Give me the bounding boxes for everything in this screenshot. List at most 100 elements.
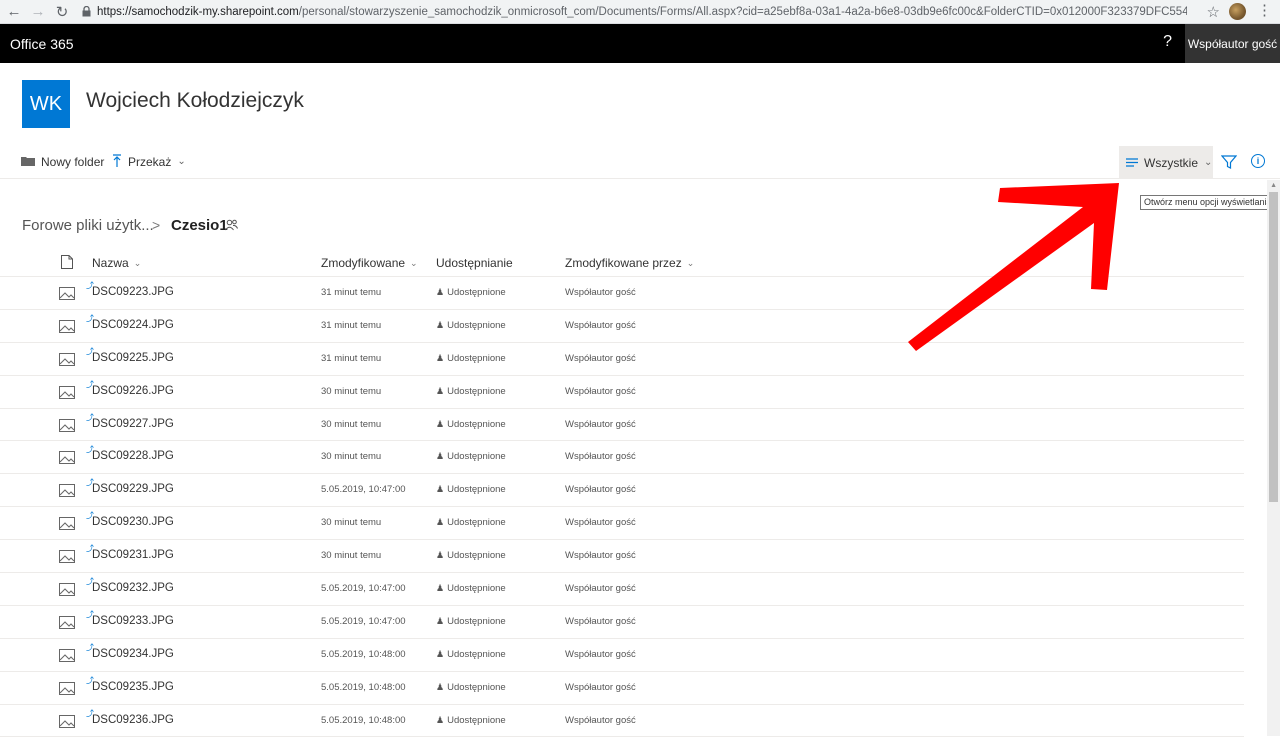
- file-name-link[interactable]: DSC09230.JPG: [92, 516, 174, 528]
- shared-people-icon[interactable]: [225, 219, 238, 234]
- file-name-link[interactable]: DSC09231.JPG: [92, 549, 174, 561]
- file-sharing-status[interactable]: ♟ Udostępnione: [436, 451, 506, 462]
- file-modified-by: Współautor gość: [565, 648, 636, 660]
- shared-people-icon: ♟: [436, 484, 445, 495]
- shared-people-icon: ♟: [436, 714, 445, 725]
- image-file-icon: [59, 418, 75, 432]
- file-sharing-status[interactable]: ♟ Udostępnione: [436, 583, 506, 594]
- file-name-link[interactable]: DSC09225.JPG: [92, 352, 174, 364]
- file-name-link[interactable]: DSC09226.JPG: [92, 385, 174, 397]
- file-sharing-status[interactable]: ♟ Udostępnione: [436, 419, 506, 430]
- file-sharing-status[interactable]: ♟ Udostępnione: [436, 517, 506, 528]
- user-account-button[interactable]: Współautor gość: [1185, 24, 1280, 63]
- file-modified-by: Współautor gość: [565, 714, 636, 726]
- file-modified: 5.05.2019, 10:48:00: [321, 681, 406, 693]
- shared-people-icon: ♟: [436, 352, 445, 363]
- file-sharing-status[interactable]: ♟ Udostępnione: [436, 550, 506, 561]
- scrollbar-thumb[interactable]: [1269, 192, 1278, 502]
- file-row[interactable]: ⤴ DSC09235.JPG 5.05.2019, 10:48:00 ♟ Udos…: [0, 672, 1244, 705]
- file-type-icon[interactable]: [61, 255, 73, 269]
- chevron-down-icon: ⌄: [410, 257, 418, 268]
- forward-icon[interactable]: →: [26, 0, 50, 24]
- file-sharing-status[interactable]: ♟ Udostępnione: [436, 616, 506, 627]
- upload-label: Przekaż: [128, 154, 172, 169]
- column-header-modified[interactable]: Zmodyfikowane ⌄: [321, 256, 418, 270]
- shared-people-icon: ♟: [436, 319, 445, 330]
- file-name-link[interactable]: DSC09234.JPG: [92, 648, 174, 660]
- file-row[interactable]: ⤴ DSC09229.JPG 5.05.2019, 10:47:00 ♟ Udos…: [0, 474, 1244, 508]
- file-row[interactable]: ⤴ DSC09226.JPG 30 minut temu ♟ Udostępnio…: [0, 376, 1244, 409]
- file-modified: 30 minut temu: [321, 418, 382, 430]
- file-row[interactable]: ⤴ DSC09233.JPG 5.05.2019, 10:47:00 ♟ Udos…: [0, 606, 1244, 639]
- column-name-label: Nazwa: [92, 256, 129, 270]
- scroll-up-icon[interactable]: ▲: [1270, 182, 1277, 189]
- lock-icon[interactable]: [82, 6, 91, 17]
- file-modified-by: Współautor gość: [565, 681, 636, 693]
- column-modified-by-label: Zmodyfikowane przez: [565, 256, 682, 270]
- image-file-icon: [59, 517, 75, 531]
- file-row[interactable]: ⤴ DSC09236.JPG 5.05.2019, 10:48:00 ♟ Udos…: [0, 705, 1244, 737]
- file-modified: 5.05.2019, 10:47:00: [321, 583, 406, 595]
- file-name-link[interactable]: DSC09229.JPG: [92, 483, 174, 495]
- file-row[interactable]: ⤴ DSC09227.JPG 30 minut temu ♟ Udostępnio…: [0, 409, 1244, 442]
- column-header-sharing[interactable]: Udostępnianie: [436, 256, 513, 270]
- file-sharing-status[interactable]: ♟ Udostępnione: [436, 386, 506, 397]
- file-sharing-status[interactable]: ♟ Udostępnione: [436, 649, 506, 660]
- file-sharing-label: Udostępnione: [447, 287, 506, 298]
- bookmark-star-icon[interactable]: ☆: [1207, 3, 1220, 21]
- back-icon[interactable]: ←: [2, 0, 26, 24]
- shared-people-icon: ♟: [436, 287, 445, 297]
- file-sharing-status[interactable]: ♟ Udostępnione: [436, 715, 506, 726]
- file-sharing-label: Udostępnione: [447, 418, 506, 430]
- app-title[interactable]: Office 365: [10, 36, 74, 52]
- profile-avatar[interactable]: [1229, 3, 1246, 20]
- file-name-link[interactable]: DSC09227.JPG: [92, 418, 174, 430]
- site-title: Wojciech Kołodziejczyk: [86, 89, 304, 112]
- file-modified: 5.05.2019, 10:47:00: [321, 615, 406, 627]
- shared-people-icon: ♟: [436, 681, 445, 692]
- file-row[interactable]: ⤴ DSC09232.JPG 5.05.2019, 10:47:00 ♟ Udos…: [0, 573, 1244, 606]
- help-icon[interactable]: ?: [1163, 33, 1172, 51]
- view-lines-icon: [1126, 155, 1138, 170]
- file-sharing-label: Udostępnione: [447, 517, 506, 529]
- image-file-icon: [59, 583, 75, 597]
- file-modified-by: Współautor gość: [565, 319, 636, 331]
- file-row[interactable]: ⤴ DSC09228.JPG 30 minut temu ♟ Udostępnio…: [0, 441, 1244, 475]
- reload-icon[interactable]: ↻: [50, 0, 74, 24]
- shared-people-icon: ♟: [436, 550, 445, 561]
- file-name-link[interactable]: DSC09233.JPG: [92, 615, 174, 627]
- file-sharing-label: Udostępnione: [447, 352, 506, 364]
- info-icon[interactable]: i: [1251, 154, 1265, 168]
- file-sharing-status[interactable]: ♟ Udostępnione: [436, 682, 506, 693]
- chevron-down-icon: ⌄: [177, 156, 186, 167]
- address-bar[interactable]: https://samochodzik-my.sharepoint.com/pe…: [97, 6, 1187, 18]
- file-sharing-status[interactable]: ♟ Udostępnione: [436, 353, 506, 364]
- image-file-icon: [59, 550, 75, 564]
- file-row[interactable]: ⤴ DSC09230.JPG 30 minut temu ♟ Udostępnio…: [0, 507, 1244, 541]
- file-name-link[interactable]: DSC09223.JPG: [92, 286, 174, 298]
- file-modified-by: Współautor gość: [565, 517, 636, 529]
- file-modified-by: Współautor gość: [565, 583, 636, 595]
- filter-icon[interactable]: [1221, 154, 1237, 170]
- file-name-link[interactable]: DSC09236.JPG: [92, 714, 174, 726]
- file-sharing-status[interactable]: ♟ Udostępnione: [436, 320, 506, 331]
- chevron-down-icon: ⌄: [1204, 157, 1213, 168]
- file-sharing-label: Udostępnione: [447, 615, 506, 627]
- file-sharing-status[interactable]: ♟ Udostępnione: [436, 484, 506, 495]
- file-name-link[interactable]: DSC09228.JPG: [92, 450, 174, 462]
- upload-button[interactable]: Przekaż ⌄: [112, 144, 186, 179]
- file-sharing-status[interactable]: ♟ Udostępnione: [436, 287, 506, 298]
- column-header-modified-by[interactable]: Zmodyfikowane przez ⌄: [565, 256, 694, 270]
- file-name-link[interactable]: DSC09224.JPG: [92, 319, 174, 331]
- file-row[interactable]: ⤴ DSC09231.JPG 30 minut temu ♟ Udostępnio…: [0, 540, 1244, 574]
- new-folder-button[interactable]: Nowy folder: [21, 144, 104, 179]
- image-file-icon: [59, 451, 75, 465]
- new-folder-label: Nowy folder: [41, 154, 105, 169]
- file-name-link[interactable]: DSC09232.JPG: [92, 582, 174, 594]
- breadcrumb-parent[interactable]: Forowe pliki użytk...: [22, 217, 154, 234]
- browser-menu-icon[interactable]: ⋮: [1257, 2, 1272, 20]
- column-header-name[interactable]: Nazwa ⌄: [92, 256, 141, 270]
- annotation-arrow: [908, 183, 1119, 351]
- file-name-link[interactable]: DSC09235.JPG: [92, 681, 174, 693]
- file-row[interactable]: ⤴ DSC09234.JPG 5.05.2019, 10:48:00 ♟ Udos…: [0, 639, 1244, 672]
